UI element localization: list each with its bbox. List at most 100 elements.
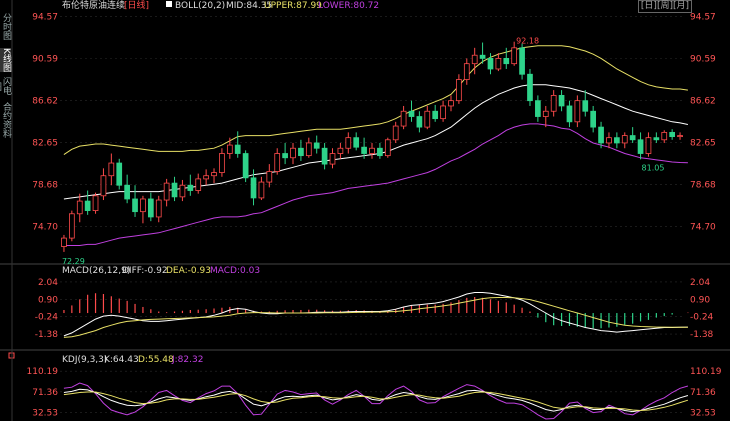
candle-body: [92, 195, 99, 212]
boll-mid-line: [63, 84, 689, 200]
boll-label: BOLL(20,2): [175, 1, 225, 11]
kdj-ytick-left: 32.53: [32, 408, 58, 418]
candle-body: [637, 139, 644, 154]
price-ytick-left: 82.65: [32, 138, 58, 148]
candle-body: [479, 54, 486, 59]
price-ytick-right: 94.57: [690, 12, 716, 22]
macd-ytick-left: -0.24: [35, 313, 59, 323]
macd-ytick-left: 2.04: [38, 278, 58, 288]
candle-body: [566, 105, 573, 123]
candle-body: [219, 153, 225, 173]
j-label: J:82.32: [171, 355, 203, 365]
candle-body: [629, 135, 636, 141]
candle-body: [582, 100, 589, 112]
candle-body: [408, 110, 415, 117]
candle-body: [258, 181, 265, 199]
candle-body: [163, 182, 170, 201]
macd-title: MACD(26,12,9): [62, 266, 130, 276]
candle-body: [440, 105, 446, 120]
candle-body: [448, 100, 454, 107]
macd-ytick-right: 2.04: [690, 278, 710, 288]
candle-body: [61, 237, 67, 247]
boll-upper-line: [63, 45, 688, 156]
candle-body: [329, 153, 336, 165]
candle-body: [132, 198, 138, 213]
candle-body: [124, 184, 130, 200]
candle-body: [282, 153, 288, 159]
low-annotation: 72.29: [62, 257, 85, 266]
candle-body: [147, 198, 154, 218]
price-ytick-left: 94.57: [32, 12, 58, 22]
candle-body: [242, 153, 249, 179]
candle-body: [353, 137, 360, 148]
candle-body: [140, 198, 146, 213]
candle-body: [84, 200, 91, 212]
candle-body: [274, 153, 281, 172]
candle-body: [400, 110, 407, 127]
candle-body: [290, 147, 296, 159]
candle-body: [226, 144, 233, 154]
kdj-d-line: [63, 391, 689, 412]
period-label: [日线]: [124, 0, 149, 11]
recent-low-annotation: 81.05: [642, 163, 665, 172]
candle-body: [463, 63, 470, 80]
candle-body: [384, 139, 391, 157]
macd-header: MACD(26,12,9) DIFF:-0.92 DEA:-0.93 MACD:…: [62, 266, 260, 276]
candle-body: [313, 142, 320, 149]
macd-ytick-left: 0.90: [38, 295, 58, 305]
candle-body: [116, 162, 123, 186]
candle-body: [471, 54, 478, 65]
macd-ytick-right: 0.90: [690, 295, 710, 305]
candle-body: [100, 175, 107, 197]
candle-body: [669, 131, 676, 138]
candle-body: [574, 100, 581, 123]
candle-body: [305, 142, 312, 157]
kdj-title: KDJ(9,3,3): [62, 355, 107, 365]
candle-body: [179, 184, 186, 198]
candle-body: [266, 171, 273, 183]
kdj-header: KDJ(9,3,3) K:64.43 D:55.48 J:82.32: [8, 352, 203, 365]
chart-stage: 分时图 K线图 闪电图 合约资料 [日][周][月] 布伦特原油连续 [日线] …: [0, 0, 730, 421]
candle-body: [519, 47, 525, 75]
candle-body: [68, 213, 75, 239]
price-ytick-left: 86.62: [32, 96, 58, 106]
candle-body: [606, 137, 612, 144]
price-ytick-right: 74.70: [690, 222, 716, 232]
candle-body: [76, 200, 83, 215]
candle-body: [558, 94, 565, 107]
candle-body: [653, 137, 660, 141]
candle-body: [416, 116, 423, 128]
d-label: D:55.48: [138, 355, 174, 365]
diff-label: DIFF:-0.92: [122, 266, 168, 276]
price-ytick-left: 78.68: [32, 180, 58, 190]
candle-body: [527, 73, 533, 102]
chart-svg: 布伦特原油连续 [日线] BOLL(20,2) MID:84.35 UPPER:…: [0, 0, 730, 421]
macd-ytick-right: -0.24: [690, 313, 714, 323]
kdj-ytick-right: 110.19: [690, 367, 722, 377]
candle-body: [677, 135, 683, 138]
price-ytick-right: 82.65: [690, 138, 716, 148]
upper-label: UPPER:87.99: [264, 1, 322, 11]
candle-body: [550, 94, 557, 112]
candle-body: [503, 57, 510, 65]
candle-body: [495, 57, 502, 70]
candle-body: [250, 177, 257, 199]
candle-body: [108, 162, 115, 177]
kdj-ytick-left: 110.19: [27, 367, 59, 377]
dea-label: DEA:-0.93: [166, 266, 211, 276]
candle-body: [432, 110, 439, 120]
boll-indicator-icon: [166, 1, 172, 7]
candle-body: [361, 146, 367, 154]
candle-body: [621, 135, 628, 144]
candle-body: [487, 57, 494, 70]
candle-body: [614, 137, 620, 144]
macd-ytick-right: -1.38: [690, 330, 714, 340]
macd-dea-line: [63, 297, 688, 338]
candle-body: [321, 147, 328, 165]
candle-body: [211, 172, 217, 177]
candle-body: [234, 144, 241, 154]
candle-body: [392, 125, 399, 141]
kdj-ytick-right: 71.36: [690, 388, 716, 398]
candle-body: [424, 110, 431, 128]
candle-body: [661, 131, 668, 141]
